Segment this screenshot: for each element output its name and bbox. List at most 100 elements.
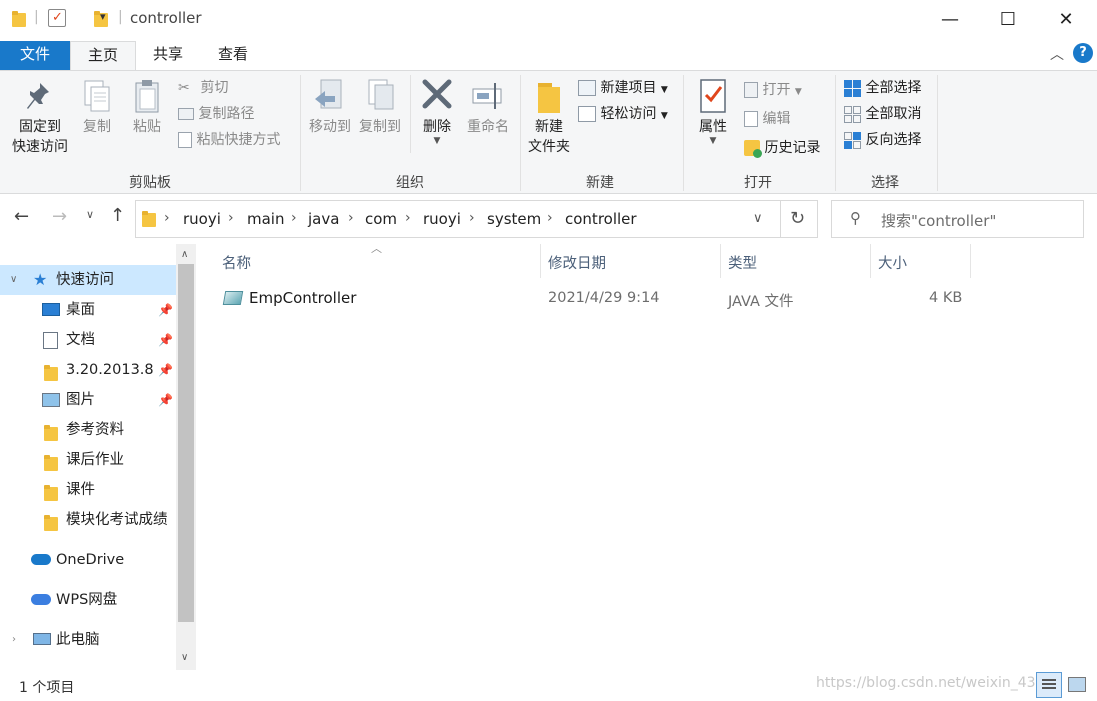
collapse-ribbon-icon[interactable]: ︿: [1050, 44, 1064, 64]
minimize-button[interactable]: —: [921, 0, 979, 38]
expand-chevron-icon[interactable]: ∨: [10, 265, 17, 295]
nav-item-folder[interactable]: 3.20.2013.8( 📌: [0, 355, 176, 385]
column-header-size[interactable]: 大小: [878, 252, 907, 274]
chevron-right-icon[interactable]: ›: [291, 210, 297, 226]
cut-button[interactable]: ✂ 剪切: [178, 77, 228, 99]
copy-to-button[interactable]: 复制到: [356, 77, 404, 137]
chevron-right-icon[interactable]: ›: [405, 210, 411, 226]
chevron-right-icon[interactable]: ›: [547, 210, 553, 226]
pin-icon[interactable]: 📌: [158, 355, 173, 385]
pin-icon[interactable]: 📌: [158, 385, 173, 415]
maximize-button[interactable]: ☐: [979, 0, 1037, 38]
breadcrumb-item[interactable]: java: [308, 210, 339, 228]
forward-arrow-icon[interactable]: →: [52, 206, 67, 227]
nav-wps[interactable]: WPS网盘: [0, 585, 176, 615]
chevron-right-icon[interactable]: ›: [469, 210, 475, 226]
column-divider[interactable]: [720, 244, 721, 278]
large-icons-view-icon[interactable]: [1068, 677, 1086, 692]
address-dropdown-icon[interactable]: ∨: [753, 211, 763, 226]
search-input[interactable]: 搜索"controller": [881, 210, 996, 231]
pin-icon[interactable]: 📌: [158, 295, 173, 325]
nav-item-folder[interactable]: 课件: [0, 475, 176, 505]
paste-button[interactable]: 粘贴: [126, 77, 168, 137]
properties-icon: [690, 77, 736, 117]
nav-item-folder[interactable]: 参考资料: [0, 415, 176, 445]
breadcrumb-item[interactable]: com: [365, 210, 397, 228]
paste-shortcut-icon: [178, 132, 192, 148]
scroll-thumb[interactable]: [178, 264, 194, 622]
invert-selection-button[interactable]: 反向选择: [844, 129, 921, 151]
cut-label: 剪切: [200, 80, 229, 96]
new-item-button[interactable]: 新建项目 ▼: [578, 77, 668, 99]
properties-dropdown-icon[interactable]: ▼: [690, 137, 736, 146]
column-divider[interactable]: [970, 244, 971, 278]
breadcrumb-item[interactable]: main: [247, 210, 284, 228]
new-folder-button[interactable]: 新建 文件夹: [524, 77, 574, 157]
open-button[interactable]: 打开 ▼: [744, 79, 802, 101]
edit-button[interactable]: 编辑: [744, 108, 790, 130]
nav-onedrive[interactable]: OneDrive: [0, 545, 176, 575]
tab-view[interactable]: 查看: [203, 41, 263, 70]
close-button[interactable]: ✕: [1037, 0, 1095, 38]
paste-icon: [126, 77, 168, 117]
move-to-button[interactable]: 移动到: [305, 77, 355, 137]
nav-item-label: 参考资料: [66, 422, 124, 438]
easy-access-button[interactable]: 轻松访问 ▼: [578, 103, 668, 125]
tab-home[interactable]: 主页: [70, 41, 136, 70]
select-all-button[interactable]: 全部选择: [844, 77, 921, 99]
select-none-label: 全部取消: [865, 106, 922, 122]
history-button[interactable]: 历史记录: [744, 137, 820, 159]
nav-this-pc[interactable]: › 此电脑: [0, 625, 176, 655]
nav-item-folder[interactable]: 模块化考试成绩: [0, 505, 176, 535]
copy-label: 复制: [83, 119, 111, 135]
column-divider[interactable]: [870, 244, 871, 278]
folder-icon: [142, 211, 156, 227]
refresh-icon[interactable]: ↻: [790, 208, 805, 229]
nav-quick-access[interactable]: ∨ ★ 快速访问: [0, 265, 176, 295]
nav-scrollbar[interactable]: ∧ ∨: [176, 244, 196, 670]
column-header-name[interactable]: 名称: [222, 252, 251, 274]
select-none-button[interactable]: 全部取消: [844, 103, 921, 125]
chevron-right-icon[interactable]: ›: [164, 210, 170, 226]
breadcrumb-item[interactable]: ruoyi: [423, 210, 461, 228]
chevron-right-icon[interactable]: ›: [348, 210, 354, 226]
group-separator: [520, 75, 521, 191]
column-divider[interactable]: [540, 244, 541, 278]
nav-item-pictures[interactable]: 图片 📌: [0, 385, 176, 415]
delete-dropdown-icon[interactable]: ▼: [416, 137, 458, 146]
up-arrow-icon[interactable]: ↑: [110, 205, 125, 226]
customize-toolbar-icon[interactable]: ▾: [100, 10, 106, 23]
rename-button[interactable]: 重命名: [462, 77, 514, 137]
delete-button[interactable]: 删除 ▼: [416, 77, 458, 146]
pin-quick-access-button[interactable]: 固定到 快速访问: [8, 77, 72, 157]
back-arrow-icon[interactable]: ←: [14, 206, 29, 227]
scroll-down-icon[interactable]: ∨: [181, 652, 188, 663]
properties-quick-icon[interactable]: ✓: [48, 9, 66, 27]
rename-icon: [462, 77, 514, 117]
tab-share[interactable]: 共享: [138, 41, 198, 70]
copy-path-button[interactable]: 复制路径: [178, 103, 254, 125]
paste-shortcut-button[interactable]: 粘贴快捷方式: [178, 129, 280, 151]
copy-button[interactable]: 复制: [76, 77, 118, 137]
file-name[interactable]: EmpController: [249, 289, 356, 307]
scroll-up-icon[interactable]: ∧: [181, 249, 188, 260]
expand-chevron-icon[interactable]: ›: [12, 625, 16, 655]
breadcrumb-item[interactable]: system: [487, 210, 541, 228]
tab-file[interactable]: 文件: [0, 41, 70, 70]
chevron-right-icon[interactable]: ›: [228, 210, 234, 226]
properties-button[interactable]: 属性 ▼: [690, 77, 736, 146]
nav-item-folder[interactable]: 课后作业: [0, 445, 176, 475]
help-icon[interactable]: ?: [1073, 43, 1093, 63]
recent-locations-icon[interactable]: ∨: [86, 208, 94, 221]
column-header-modified[interactable]: 修改日期: [548, 252, 606, 274]
nav-item-documents[interactable]: 文档 📌: [0, 325, 176, 355]
breadcrumb-item[interactable]: controller: [565, 210, 637, 228]
column-header-type[interactable]: 类型: [728, 252, 757, 274]
nav-this-pc-label: 此电脑: [56, 632, 100, 648]
nav-item-desktop[interactable]: 桌面 📌: [0, 295, 176, 325]
address-bar[interactable]: › ruoyi › main › java › com › ruoyi › sy…: [135, 200, 818, 238]
details-view-icon[interactable]: [1036, 672, 1062, 698]
search-box[interactable]: ⚲ 搜索"controller": [831, 200, 1084, 238]
breadcrumb-item[interactable]: ruoyi: [183, 210, 221, 228]
pin-icon[interactable]: 📌: [158, 325, 173, 355]
